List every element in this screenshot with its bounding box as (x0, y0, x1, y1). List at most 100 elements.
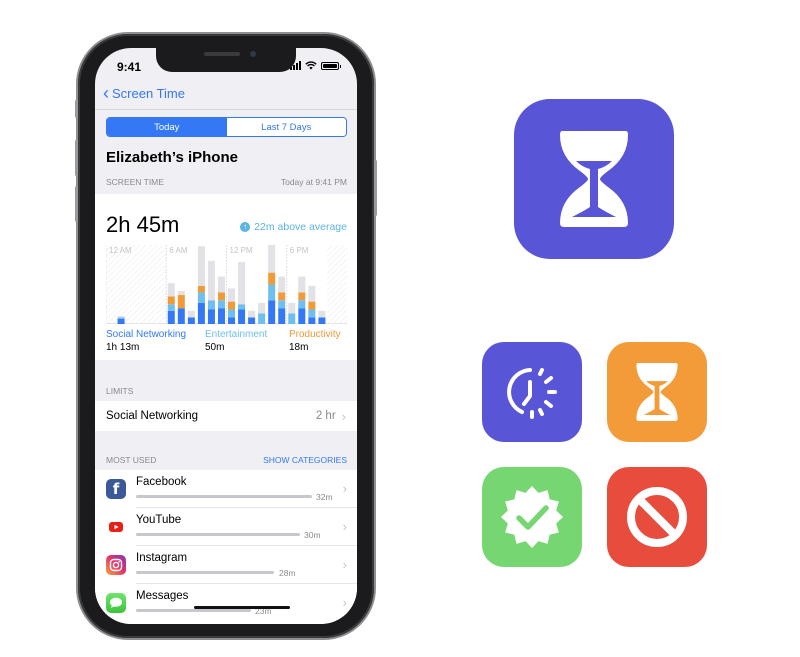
bar-segment-social (268, 300, 276, 324)
bar-segment-social (207, 309, 215, 324)
app-limits-icon (607, 342, 707, 442)
total-screen-time: 2h 45m (106, 212, 180, 237)
bar-hour-19[interactable] (298, 276, 306, 324)
legend-productivity: Productivity 18m (289, 329, 341, 353)
bar-segment-productivity (167, 296, 175, 305)
bar-segment-other (238, 262, 246, 305)
bar-segment-other (258, 302, 266, 314)
comparison-label: ↑ 22m above average (240, 221, 347, 233)
x-tick-label: 6 PM (290, 246, 309, 255)
bar-hour-7[interactable] (177, 291, 185, 324)
bar-segment-productivity (298, 292, 306, 301)
chevron-left-icon: ‹ (103, 83, 109, 103)
bar-segment-entertainment (268, 284, 276, 301)
app-row-messages[interactable]: Messages 23m › (95, 584, 357, 622)
bar-hour-14[interactable] (248, 310, 256, 324)
segment-today[interactable]: Today (107, 118, 227, 136)
comparison-text: 22m above average (254, 221, 347, 233)
usage-bar (136, 609, 251, 612)
bar-hour-21[interactable] (318, 310, 326, 324)
back-button[interactable]: ‹ Screen Time (103, 83, 185, 103)
limits-header: LIMITS (106, 386, 134, 396)
most-used-header: MOST USED (106, 455, 157, 465)
bar-hour-8[interactable] (187, 310, 195, 324)
period-segmented-control: Today Last 7 Days (106, 117, 347, 137)
bar-segment-productivity (278, 292, 286, 301)
segment-last-7-days[interactable]: Last 7 Days (226, 118, 346, 136)
bar-segment-productivity (228, 301, 236, 310)
bar-segment-entertainment (207, 300, 215, 310)
app-row-facebook[interactable]: f Facebook 32m › (95, 470, 357, 508)
bar-segment-productivity (197, 285, 205, 293)
bar-segment-social (228, 317, 236, 324)
side-button (374, 160, 377, 216)
bar-hour-20[interactable] (308, 285, 316, 324)
x-tick-label: 12 AM (109, 246, 132, 255)
screen-time-timestamp: Today at 9:41 PM (280, 177, 347, 187)
content-restrictions-icon (607, 467, 707, 567)
instagram-icon (106, 555, 126, 575)
bar-segment-other (268, 245, 276, 273)
bar-segment-other (117, 316, 125, 318)
bar-segment-other (308, 285, 316, 302)
bar-hour-17[interactable] (278, 276, 286, 324)
night-shading-late (327, 245, 347, 324)
x-tick-label: 6 AM (169, 246, 188, 255)
chevron-right-icon: › (342, 557, 347, 572)
bar-segment-social (248, 317, 256, 324)
bar-segment-other (248, 310, 256, 318)
bar-segment-other (298, 276, 306, 293)
bar-segment-productivity (217, 292, 225, 301)
bar-segment-other (197, 246, 205, 286)
home-indicator[interactable] (194, 606, 290, 609)
bar-hour-11[interactable] (217, 276, 225, 324)
screen-time-header: SCREEN TIME (106, 177, 164, 187)
youtube-icon (106, 517, 126, 537)
bar-segment-entertainment (258, 313, 266, 324)
night-shading-early (106, 245, 166, 324)
bar-segment-entertainment (298, 300, 306, 309)
bar-segment-productivity (308, 301, 316, 310)
bar-segment-other (187, 310, 195, 318)
screen-time-icon (514, 99, 674, 259)
bar-segment-social (308, 317, 316, 324)
bar-segment-social (318, 317, 326, 324)
bar-segment-social (238, 309, 246, 324)
legend-social-networking: Social Networking 1h 13m (106, 329, 187, 353)
limit-label: Social Networking (106, 410, 199, 422)
bar-segment-other (228, 288, 236, 302)
bar-hour-10[interactable] (207, 260, 215, 324)
bar-segment-entertainment (278, 300, 286, 309)
chevron-right-icon: › (342, 519, 347, 534)
bar-segment-other (167, 283, 175, 297)
bar-hour-9[interactable] (197, 246, 205, 324)
bar-segment-social (278, 308, 286, 324)
bar-segment-other (177, 291, 185, 296)
bar-hour-13[interactable] (238, 262, 246, 324)
messages-icon (106, 593, 126, 613)
mute-switch (75, 100, 78, 118)
bar-hour-18[interactable] (288, 302, 296, 324)
app-row-youtube[interactable]: YouTube 30m › (95, 508, 357, 546)
bar-segment-entertainment (197, 292, 205, 303)
bar-segment-entertainment (308, 309, 316, 318)
bar-segment-entertainment (238, 304, 246, 310)
back-label: Screen Time (112, 86, 185, 101)
device-title: Elizabeth’s iPhone (106, 149, 238, 166)
legend-entertainment: Entertainment 50m (205, 329, 268, 353)
bar-hour-6[interactable] (167, 283, 175, 324)
screen-time-card[interactable]: 2h 45m ↑ 22m above average 12 AM 6 AM 12 P… (95, 194, 357, 360)
bar-hour-1[interactable] (117, 316, 125, 324)
bar-segment-productivity (268, 272, 276, 285)
always-allowed-icon (482, 467, 582, 567)
bar-hour-16[interactable] (268, 245, 276, 324)
chevron-right-icon: › (341, 408, 346, 424)
facebook-icon: f (106, 479, 126, 499)
app-row-instagram[interactable]: Instagram 28m › (95, 546, 357, 584)
limit-row-social-networking[interactable]: Social Networking 2 hr › (95, 401, 357, 431)
bar-segment-other (217, 276, 225, 293)
show-categories-button[interactable]: SHOW CATEGORIES (263, 455, 347, 465)
bar-hour-15[interactable] (258, 302, 266, 324)
bar-segment-other (288, 302, 296, 314)
bar-hour-12[interactable] (228, 288, 236, 324)
